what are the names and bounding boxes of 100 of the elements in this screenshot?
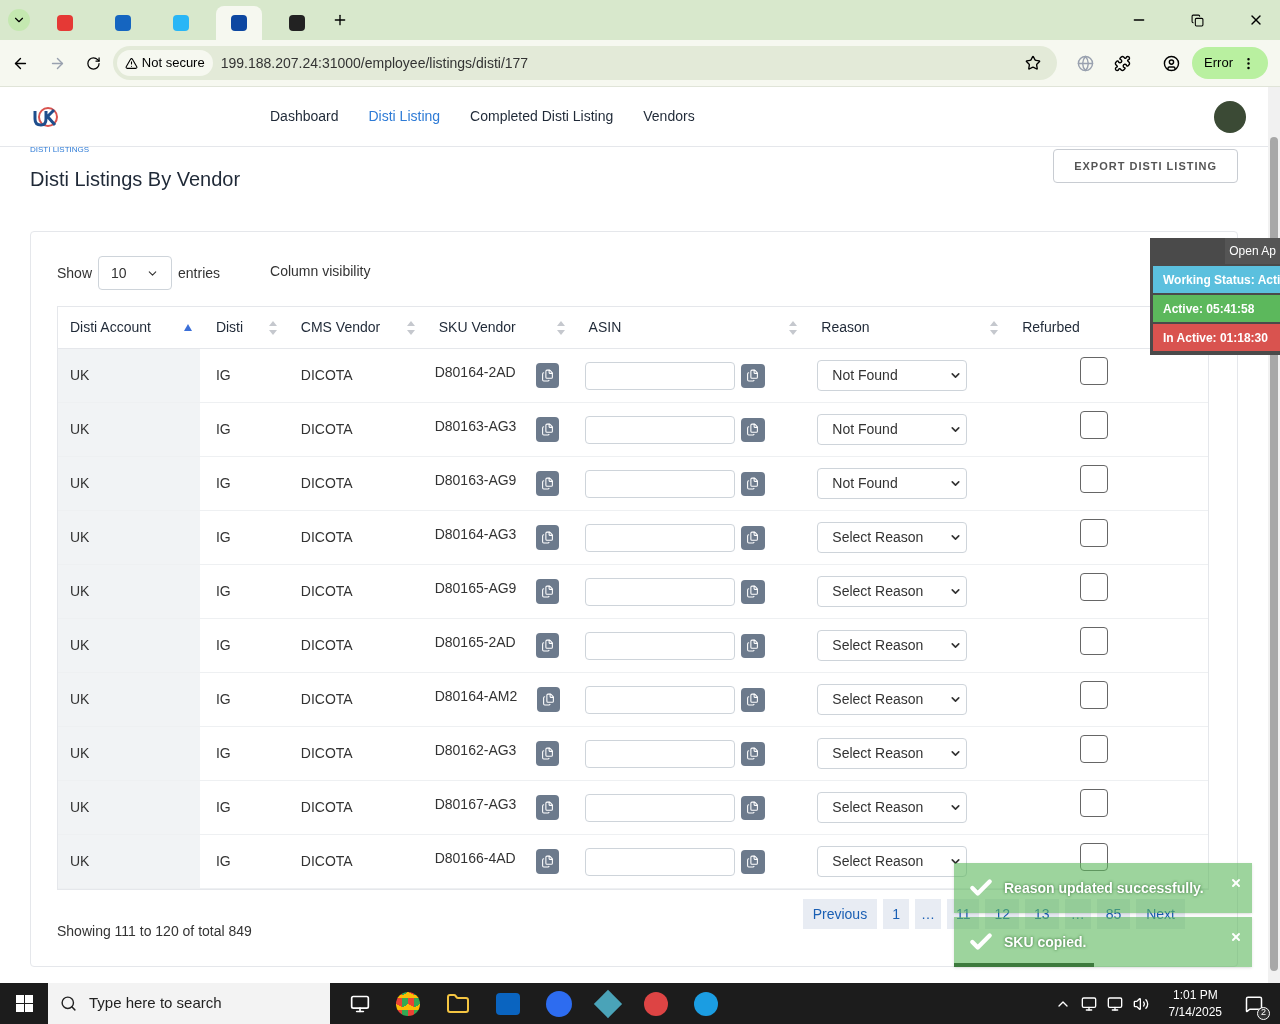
paste-asin-button[interactable]	[740, 417, 765, 442]
clock-date: 7/14/2025	[1168, 1003, 1222, 1021]
bookmark-star-icon[interactable]	[1025, 55, 1042, 71]
table-cell-text: IG	[214, 852, 232, 871]
reason-select[interactable]: Not Found	[817, 468, 968, 499]
toast-message: SKU copied.	[1004, 932, 1087, 952]
breadcrumb[interactable]: DISTI LISTINGS	[30, 146, 241, 154]
restore-icon[interactable]	[1191, 13, 1204, 27]
security-chip[interactable]: Not secure	[116, 50, 213, 76]
paste-asin-button[interactable]	[740, 579, 765, 604]
reload-icon[interactable]	[85, 55, 101, 71]
browser-tab[interactable]	[216, 6, 262, 40]
task-view-icon[interactable]	[350, 993, 370, 1014]
nav-link[interactable]: Vendors	[643, 106, 695, 127]
column-header[interactable]: Disti	[215, 317, 244, 338]
pagination-button[interactable]: 1	[883, 899, 909, 929]
toast-message: Reason updated successfully.	[1004, 878, 1204, 898]
copy-sku-button[interactable]	[535, 363, 559, 388]
asin-input[interactable]	[584, 469, 735, 498]
column-header[interactable]: CMS Vendor	[300, 317, 381, 338]
copy-sku-button[interactable]	[535, 849, 559, 874]
table-cell-text: IG	[214, 744, 232, 763]
paste-asin-button[interactable]	[740, 471, 765, 496]
pagination-button[interactable]: Previous	[802, 899, 878, 929]
asin-input[interactable]	[584, 361, 735, 390]
refurbed-checkbox[interactable]	[1080, 519, 1109, 547]
avatar[interactable]	[1214, 100, 1246, 133]
copy-sku-button[interactable]	[536, 579, 560, 604]
site-favicon-icon	[289, 15, 305, 31]
profile-icon[interactable]	[1163, 54, 1181, 72]
open-app-button[interactable]: Open Ap	[1225, 238, 1280, 264]
reason-select[interactable]: Select Reason	[817, 576, 968, 607]
paste-asin-button[interactable]	[740, 633, 765, 658]
copy-sku-button[interactable]	[536, 417, 560, 442]
paste-asin-button[interactable]	[740, 363, 765, 388]
copy-sku-button[interactable]	[536, 525, 560, 550]
copy-sku-button[interactable]	[537, 687, 561, 712]
reason-select[interactable]: Select Reason	[817, 630, 968, 661]
error-button[interactable]: Error	[1192, 47, 1268, 79]
column-header[interactable]: ASIN	[588, 317, 622, 338]
asin-input[interactable]	[584, 523, 735, 552]
copy-sku-button[interactable]	[536, 795, 560, 820]
new-tab-icon[interactable]	[332, 12, 348, 28]
export-button[interactable]: EXPORT DISTI LISTING	[1053, 149, 1238, 183]
pagination-ellipsis[interactable]: …	[914, 899, 941, 929]
asin-input[interactable]	[584, 415, 735, 444]
column-header[interactable]: Disti Account	[70, 317, 151, 338]
folder-icon[interactable]	[446, 991, 470, 1016]
refurbed-checkbox[interactable]	[1080, 843, 1109, 871]
copy-sku-button[interactable]	[536, 741, 560, 766]
asin-input[interactable]	[584, 631, 735, 660]
nav-link[interactable]: Completed Disti Listing	[470, 106, 614, 127]
sort-ascending-icon[interactable]	[183, 323, 192, 332]
column-header[interactable]: Reason	[821, 317, 870, 338]
refurbed-checkbox[interactable]	[1080, 627, 1109, 655]
paste-asin-button[interactable]	[740, 525, 765, 550]
asin-input[interactable]	[584, 685, 735, 714]
asin-input[interactable]	[584, 577, 735, 606]
site-favicon-icon	[231, 15, 247, 31]
reason-select[interactable]: Select Reason	[817, 684, 968, 715]
refurbed-checkbox[interactable]	[1080, 465, 1109, 493]
reason-select[interactable]: Select Reason	[817, 792, 968, 823]
paste-asin-button[interactable]	[740, 687, 765, 712]
reason-select[interactable]: Select Reason	[817, 846, 968, 877]
refurbed-checkbox[interactable]	[1080, 681, 1109, 709]
copy-sku-button[interactable]	[536, 471, 560, 496]
asin-input[interactable]	[584, 793, 735, 822]
paste-asin-button[interactable]	[740, 741, 765, 766]
reason-select[interactable]: Select Reason	[817, 522, 968, 553]
reason-select[interactable]: Not Found	[817, 414, 968, 445]
column-visibility-button[interactable]: Column visibility	[270, 260, 371, 282]
nav-link[interactable]: Dashboard	[270, 106, 339, 127]
paste-asin-button[interactable]	[740, 849, 765, 874]
nav-link[interactable]: Disti Listing	[368, 106, 441, 127]
copy-sku-button[interactable]	[535, 633, 559, 658]
refurbed-checkbox[interactable]	[1080, 789, 1109, 817]
asin-input[interactable]	[584, 739, 735, 768]
globe-icon[interactable]	[1077, 54, 1095, 72]
extensions-icon[interactable]	[1114, 54, 1132, 72]
table-cell-text: IG	[214, 528, 232, 547]
refurbed-checkbox[interactable]	[1080, 735, 1109, 763]
table-cell-text: IG	[214, 420, 232, 439]
taskbar-search-field[interactable]: Type here to search	[48, 983, 330, 1024]
refurbed-checkbox[interactable]	[1080, 411, 1109, 439]
reason-select[interactable]: Not Found	[817, 360, 968, 391]
paste-asin-button[interactable]	[740, 795, 765, 820]
site-favicon-icon	[173, 15, 189, 31]
column-header[interactable]: Refurbed	[1022, 317, 1080, 338]
address-bar[interactable]: Not secure 199.188.207.24:31000/employee/listings/disti/177	[112, 46, 1058, 80]
refurbed-checkbox[interactable]	[1080, 357, 1109, 385]
column-header[interactable]: SKU Vendor	[438, 317, 516, 338]
asin-input[interactable]	[584, 847, 735, 876]
reason-select[interactable]: Select Reason	[817, 738, 968, 769]
volume-icon[interactable]	[1132, 995, 1149, 1012]
entries-select[interactable]: 10	[98, 256, 173, 290]
refurbed-checkbox[interactable]	[1080, 573, 1109, 601]
table-cell-text: DICOTA	[299, 420, 354, 439]
tab-search-button[interactable]	[8, 9, 30, 31]
network-icon[interactable]	[1106, 995, 1123, 1012]
copy-icon	[540, 855, 554, 868]
